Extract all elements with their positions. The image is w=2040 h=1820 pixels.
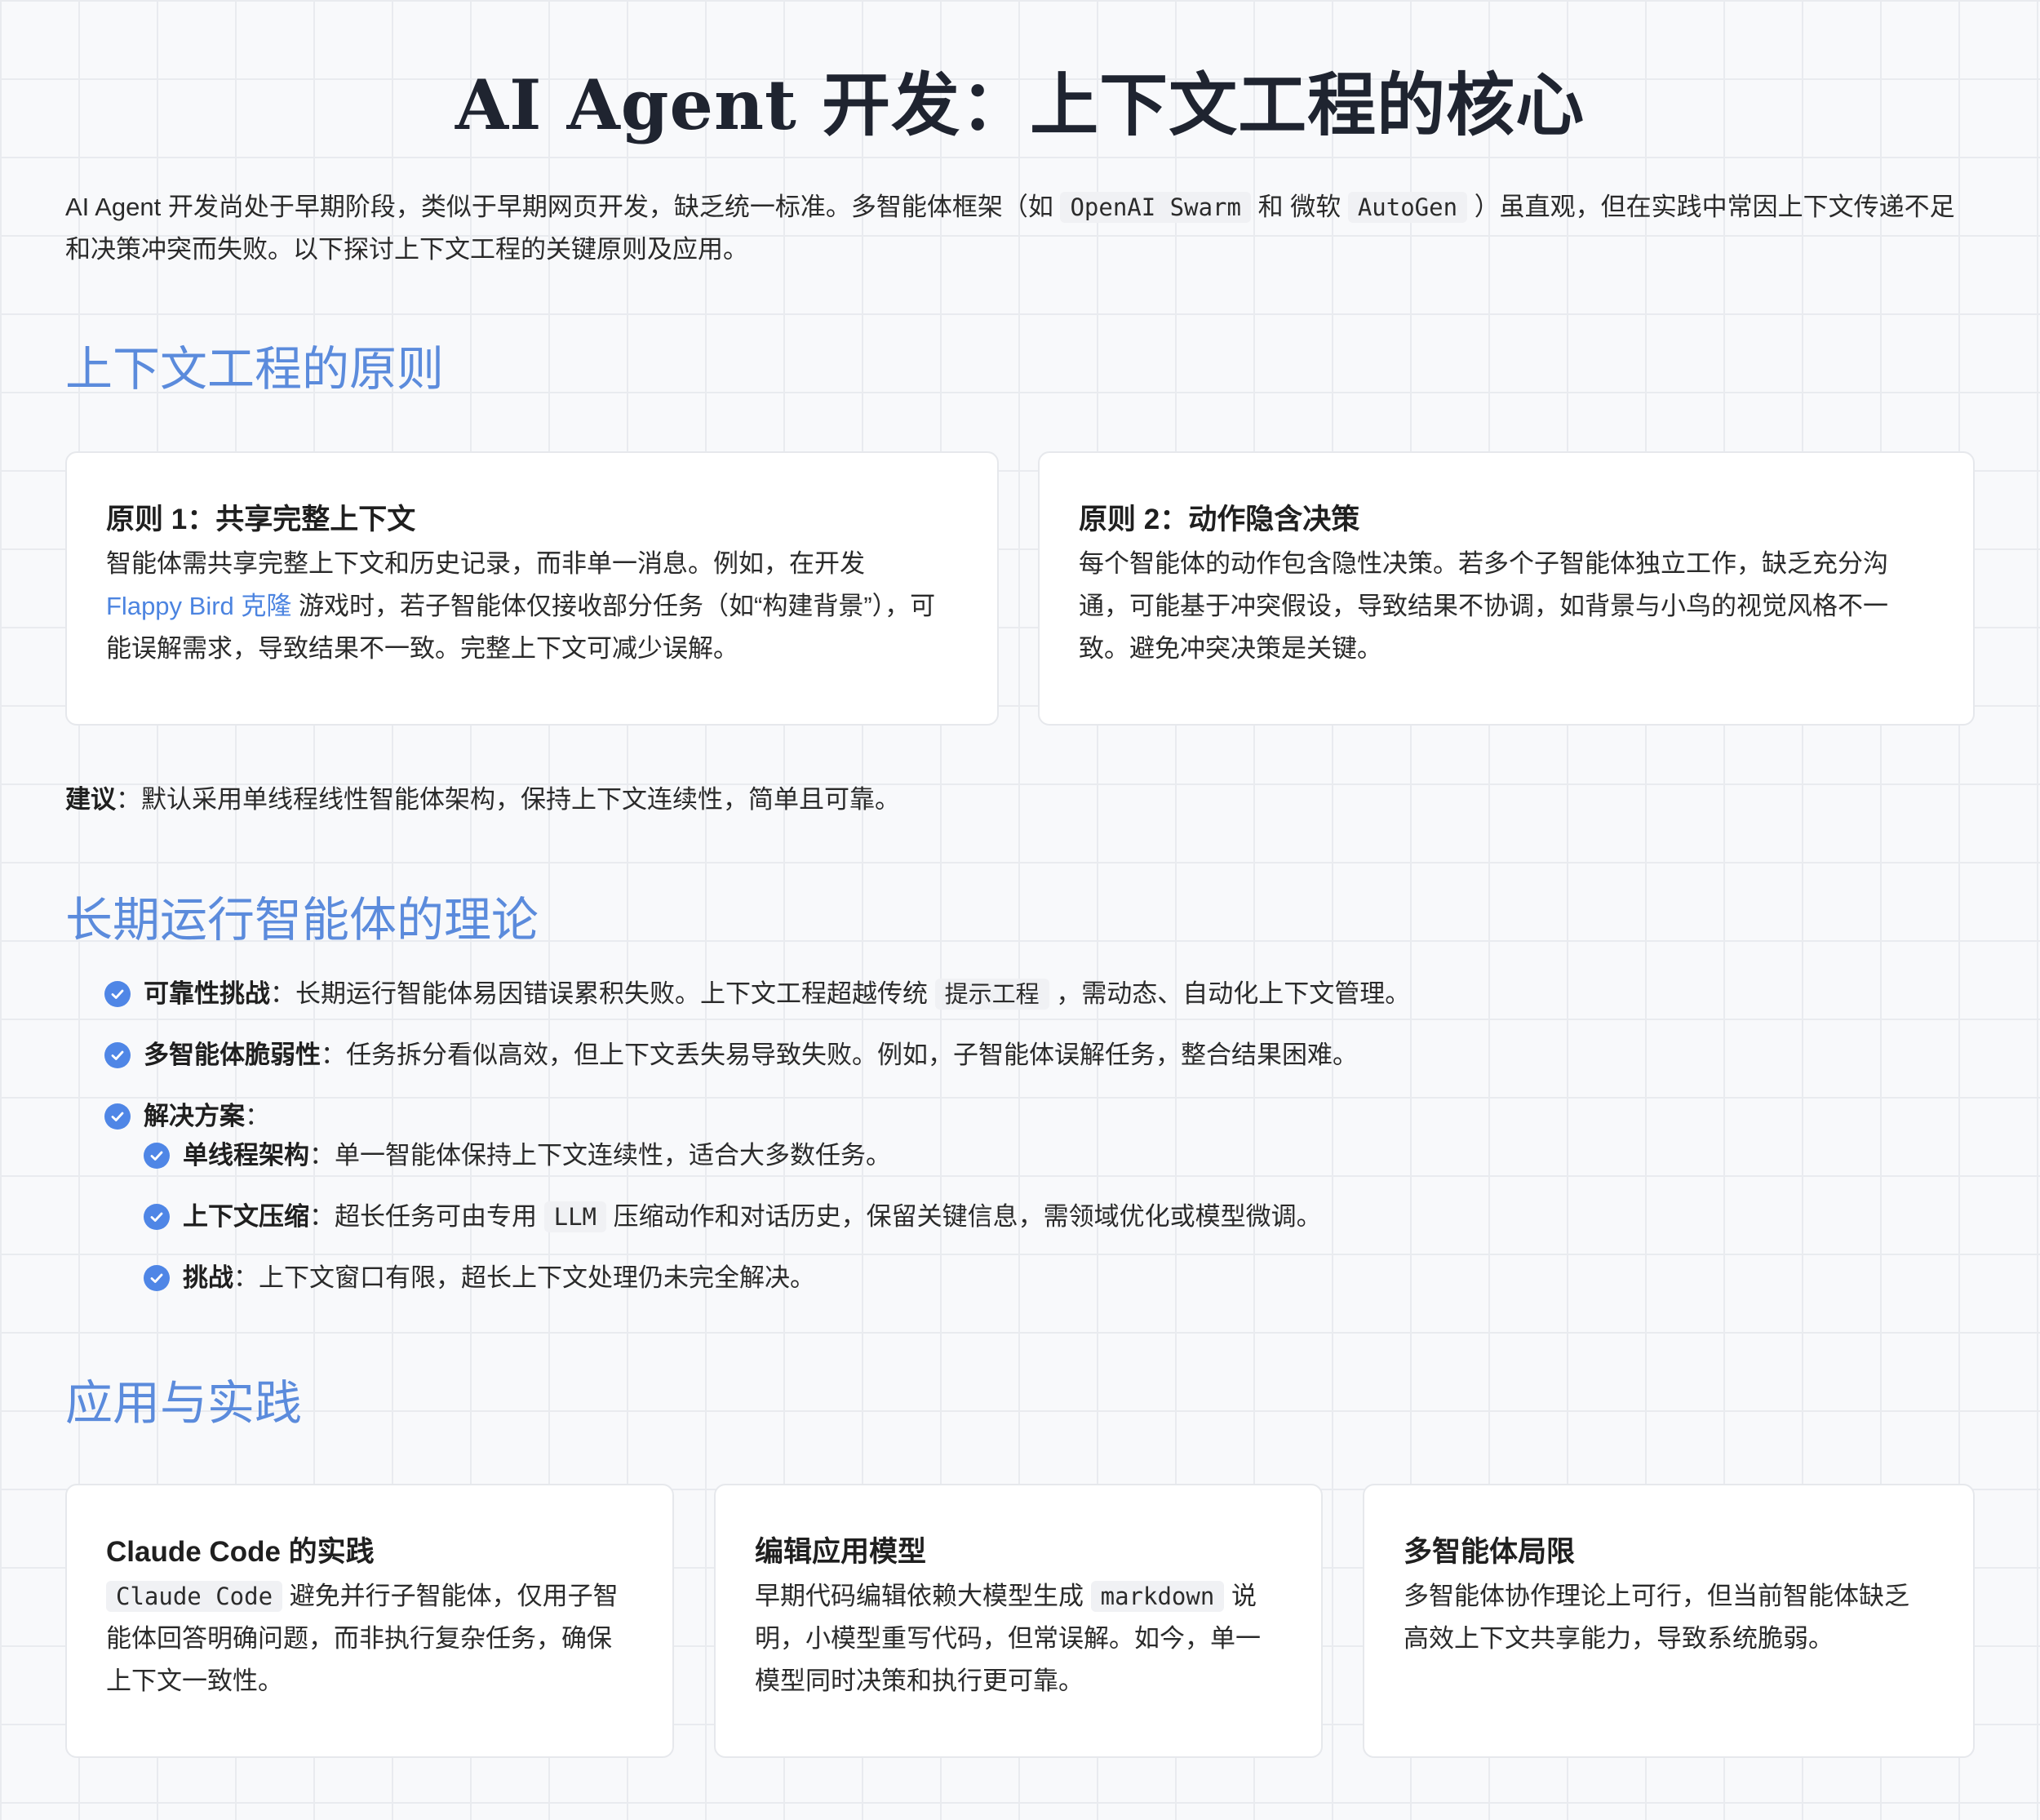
list-item-text: 解决方案： <box>144 1097 270 1136</box>
list-item-label: 单线程架构 <box>183 1141 309 1170</box>
code-llm: LLM <box>543 1201 607 1232</box>
sub-list-item: 上下文压缩：超长任务可由专用 LLM 压缩动作和对话历史，保留关键信息，需领域优… <box>144 1197 1900 1236</box>
card-body: Claude Code 避免并行子智能体，仅用子智能体回答明确问题，而非执行复杂… <box>106 1575 633 1702</box>
check-circle-icon <box>144 1265 170 1291</box>
advice-label: 建议 <box>65 785 116 814</box>
card-body-text-1: 智能体需共享完整上下文和历史记录，而非单一消息。例如，在开发 <box>106 549 865 578</box>
check-circle-icon <box>104 981 131 1007</box>
intro-text-2: 和 <box>1257 193 1284 221</box>
card-title: 编辑应用模型 <box>755 1536 927 1568</box>
principle-card-1: 原则 1：共享完整上下文 智能体需共享完整上下文和历史记录，而非单一消息。例如，… <box>65 451 999 726</box>
code-openai-swarm: OpenAI Swarm <box>1060 192 1251 223</box>
section-title-practice: 应用与实践 <box>65 1375 303 1431</box>
practice-card-claude-code: Claude Code 的实践 Claude Code 避免并行子智能体，仅用子… <box>65 1484 674 1758</box>
card-body: 早期代码编辑依赖大模型生成 markdown 说明，小模型重写代码，但常误解。如… <box>755 1575 1282 1702</box>
list-item-desc-2: ，需动态、自动化上下文管理。 <box>1056 979 1411 1008</box>
list-item: 可靠性挑战：长期运行智能体易因错误累积失败。上下文工程超越传统 提示工程 ，需动… <box>104 974 1900 1014</box>
check-circle-icon <box>104 1103 131 1130</box>
list-item: 解决方案： <box>104 1097 1900 1136</box>
sub-list-item: 单线程架构：单一智能体保持上下文连续性，适合大多数任务。 <box>144 1136 1900 1175</box>
card-body: 多智能体协作理论上可行，但当前智能体缺乏高效上下文共享能力，导致系统脆弱。 <box>1404 1582 1909 1653</box>
list-item-label: 挑战 <box>183 1263 233 1292</box>
list-item-label: 上下文压缩 <box>183 1202 309 1231</box>
list-item-desc: ：单一智能体保持上下文连续性，适合大多数任务。 <box>309 1141 891 1170</box>
code-prompt-engineering: 提示工程 <box>934 979 1049 1010</box>
list-item-label: 解决方案 <box>144 1102 245 1130</box>
list-item-desc-2: 压缩动作和对话历史，保留关键信息，需领域优化或模型微调。 <box>613 1202 1322 1231</box>
code-claude-code: Claude Code <box>106 1581 283 1612</box>
intro-paragraph: AI Agent 开发尚处于早期阶段，类似于早期网页开发，缺乏统一标准。多智能体… <box>65 186 1975 271</box>
list-item-desc: ：任务拆分看似高效，但上下文丢失易导致失败。例如，子智能体误解任务，整合结果困难… <box>321 1041 1358 1069</box>
list-item-label: 多智能体脆弱性 <box>144 1041 321 1069</box>
advice-text: ：默认采用单线程线性智能体架构，保持上下文连续性，简单且可靠。 <box>116 785 900 814</box>
code-markdown: markdown <box>1090 1581 1225 1612</box>
list-item-desc: ：上下文窗口有限，超长上下文处理仍未完全解决。 <box>233 1263 815 1292</box>
check-circle-icon <box>144 1204 170 1230</box>
advice-line: 建议：默认采用单线程线性智能体架构，保持上下文连续性，简单且可靠。 <box>65 780 900 819</box>
card-title: 原则 1：共享完整上下文 <box>106 504 416 535</box>
list-item-text: 多智能体脆弱性：任务拆分看似高效，但上下文丢失易导致失败。例如，子智能体误解任务… <box>144 1036 1358 1075</box>
list-item-desc: ： <box>245 1102 270 1130</box>
card-title: 原则 2：动作隐含决策 <box>1079 504 1360 535</box>
list-item-text: 可靠性挑战：长期运行智能体易因错误累积失败。上下文工程超越传统 提示工程 ，需动… <box>144 974 1410 1014</box>
intro-text-3: 微软 <box>1290 193 1342 221</box>
list-item: 多智能体脆弱性：任务拆分看似高效，但上下文丢失易导致失败。例如，子智能体误解任务… <box>104 1036 1900 1075</box>
list-item-desc: ：超长任务可由专用 <box>309 1202 537 1231</box>
card-body: 智能体需共享完整上下文和历史记录，而非单一消息。例如，在开发 Flappy Bir… <box>106 543 958 670</box>
practice-card-edit-model: 编辑应用模型 早期代码编辑依赖大模型生成 markdown 说明，小模型重写代码… <box>714 1484 1323 1758</box>
sub-list-item: 挑战：上下文窗口有限，超长上下文处理仍未完全解决。 <box>144 1258 1900 1298</box>
code-autogen: AutoGen <box>1347 192 1468 223</box>
page-title: AI Agent 开发：上下文工程的核心 <box>455 64 1585 145</box>
card-body-text-1: 早期代码编辑依赖大模型生成 <box>755 1582 1084 1610</box>
check-circle-icon <box>104 1042 131 1068</box>
card-title: Claude Code 的实践 <box>106 1536 375 1568</box>
theory-list: 可靠性挑战：长期运行智能体易因错误累积失败。上下文工程超越传统 提示工程 ，需动… <box>104 974 1900 1320</box>
principle-card-2: 原则 2：动作隐含决策 每个智能体的动作包含隐性决策。若多个子智能体独立工作，缺… <box>1038 451 1975 726</box>
practice-card-multi-agent: 多智能体局限 多智能体协作理论上可行，但当前智能体缺乏高效上下文共享能力，导致系… <box>1363 1484 1975 1758</box>
list-item-label: 可靠性挑战 <box>144 979 270 1008</box>
list-item-text: 上下文压缩：超长任务可由专用 LLM 压缩动作和对话历史，保留关键信息，需领域优… <box>183 1197 1322 1236</box>
flappy-bird-link[interactable]: Flappy Bird 克隆 <box>106 592 291 620</box>
card-title: 多智能体局限 <box>1404 1536 1576 1568</box>
section-title-principles: 上下文工程的原则 <box>65 341 445 397</box>
list-item-desc: ：长期运行智能体易因错误累积失败。上下文工程超越传统 <box>270 979 928 1008</box>
card-body: 每个智能体的动作包含隐性决策。若多个子智能体独立工作，缺乏充分沟通，可能基于冲突… <box>1079 549 1888 663</box>
section-title-long-running: 长期运行智能体的理论 <box>65 892 539 948</box>
check-circle-icon <box>144 1143 170 1169</box>
list-item-text: 挑战：上下文窗口有限，超长上下文处理仍未完全解决。 <box>183 1258 815 1298</box>
intro-text-1: AI Agent 开发尚处于早期阶段，类似于早期网页开发，缺乏统一标准。多智能体… <box>65 193 1053 221</box>
list-item-text: 单线程架构：单一智能体保持上下文连续性，适合大多数任务。 <box>183 1136 891 1175</box>
